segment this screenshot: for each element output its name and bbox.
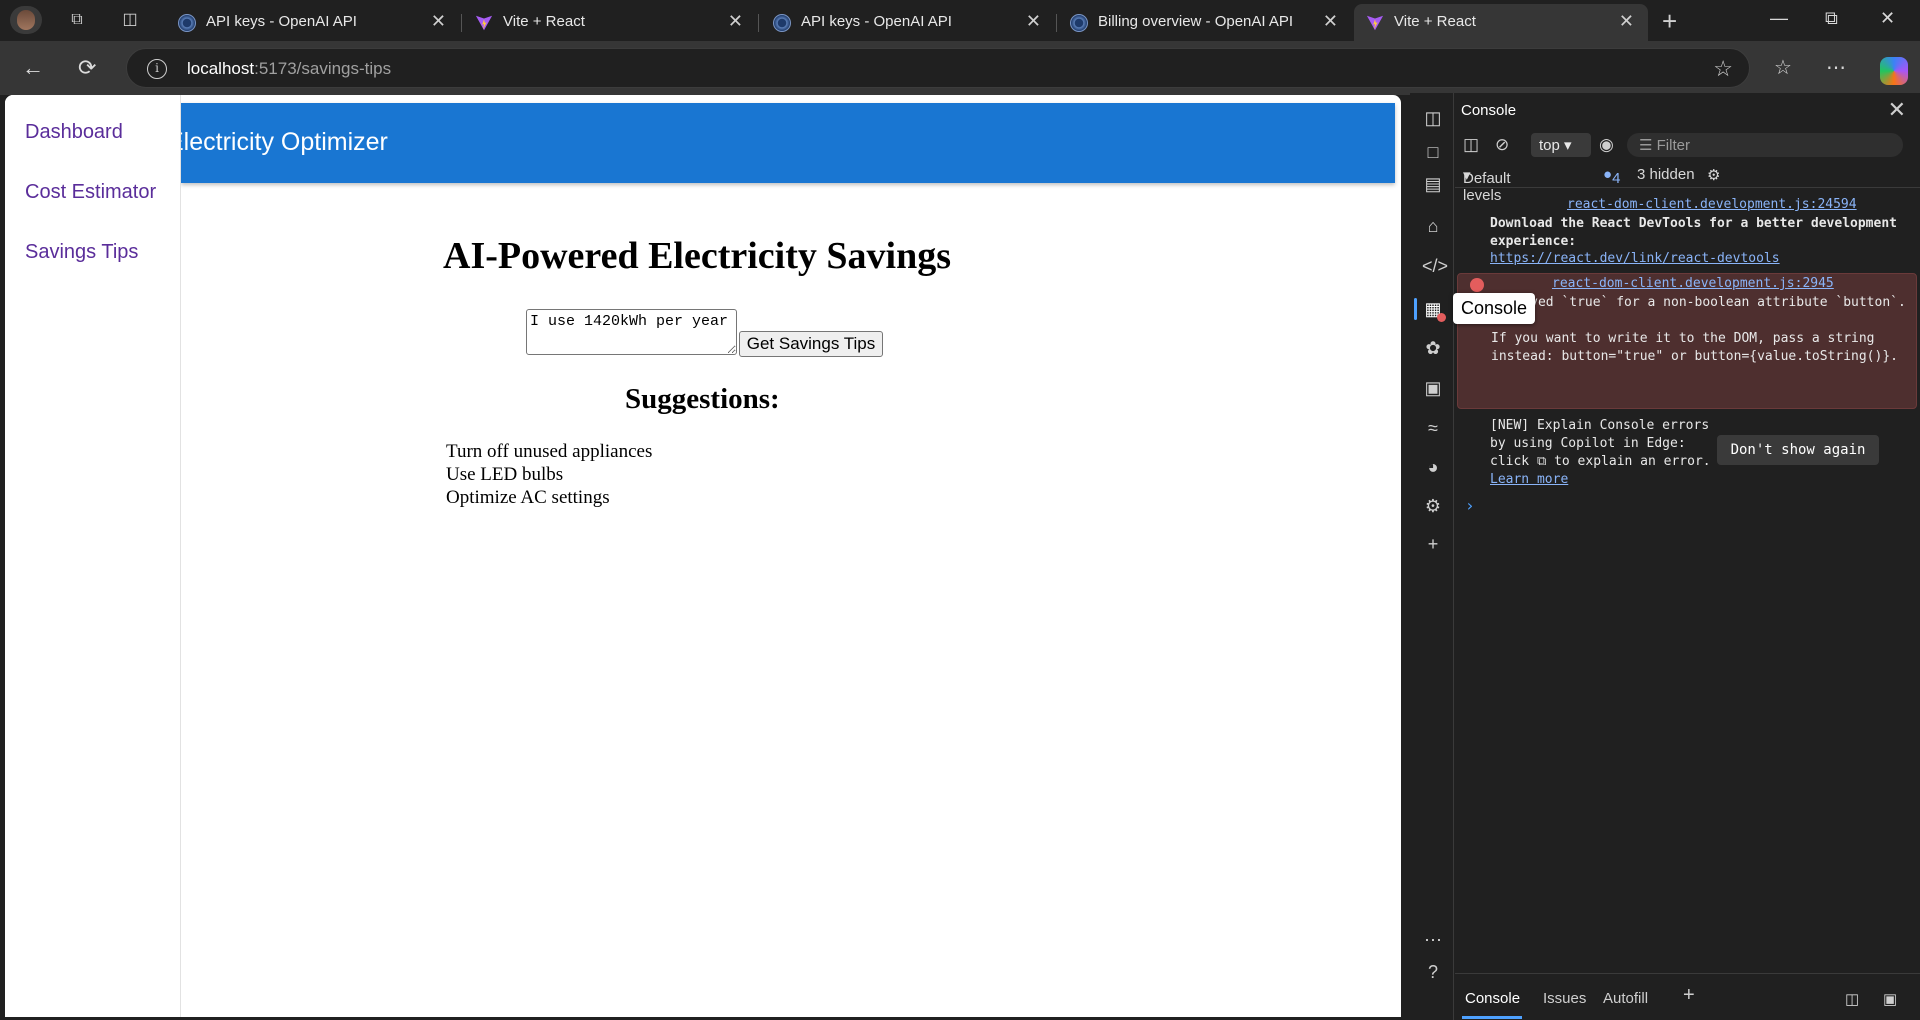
console-settings-icon[interactable]: ⚙ bbox=[1707, 166, 1720, 184]
error-badge bbox=[1437, 313, 1446, 322]
close-icon[interactable]: ✕ bbox=[1619, 11, 1634, 32]
address-toolbar: ← ⟳ i localhost:5173/savings-tips ☆ ☆ ⋯ bbox=[0, 41, 1920, 95]
page-title: AI-Powered Electricity Savings bbox=[443, 235, 951, 277]
dock-drawer-icon[interactable]: ◫ bbox=[1845, 990, 1859, 1008]
devtools-link[interactable]: https://react.dev/link/react-devtools bbox=[1490, 251, 1780, 266]
clear-console-icon[interactable]: ⊘ bbox=[1495, 135, 1509, 155]
error-icon bbox=[1470, 278, 1484, 292]
message-text: Download the React DevTools for a better… bbox=[1490, 216, 1897, 249]
profile-avatar[interactable] bbox=[10, 6, 42, 34]
levels-dropdown[interactable]: Default levels ▾ bbox=[1463, 166, 1511, 204]
devtools-pane: ◫ □ ▤ ⌂ </> ▦ ✿ ▣ ≈ ◕ ⚙ + ⋯ ? Console ✕ … bbox=[1410, 93, 1920, 1020]
new-tab-button[interactable]: + bbox=[1662, 6, 1677, 37]
more-icon[interactable]: ⋯ bbox=[1422, 929, 1444, 951]
openai-icon bbox=[773, 14, 791, 32]
console-message-info: react-dom-client.development.js:24594 Do… bbox=[1455, 195, 1920, 266]
performance-icon[interactable]: ◕ bbox=[1422, 456, 1444, 478]
url-text[interactable]: localhost:5173/savings-tips bbox=[187, 59, 391, 79]
close-devtools-icon[interactable]: ✕ bbox=[1888, 97, 1906, 123]
close-icon[interactable]: ✕ bbox=[728, 11, 743, 32]
suggestions-list: Turn off unused appliances Use LED bulbs… bbox=[446, 440, 652, 509]
copilot-tip: [NEW] Explain Console errors by using Co… bbox=[1490, 418, 1711, 487]
nav-savings-tips[interactable]: Savings Tips bbox=[25, 241, 138, 264]
restore-icon[interactable]: ⧉ bbox=[1825, 8, 1838, 29]
tab-vite-react-active[interactable]: Vite + React ✕ bbox=[1354, 4, 1648, 41]
console-tooltip: Console bbox=[1453, 293, 1536, 324]
help-icon[interactable]: ? bbox=[1422, 961, 1444, 983]
tab-console[interactable]: Console bbox=[1465, 990, 1520, 1007]
drawer-tabs: Console Issues Autofill + ◫ ▣ bbox=[1455, 973, 1920, 1020]
favorite-star-icon[interactable]: ☆ bbox=[1713, 56, 1733, 82]
minimize-icon[interactable]: — bbox=[1770, 8, 1788, 29]
source-link[interactable]: react-dom-client.development.js:2945 bbox=[1552, 276, 1834, 291]
sidebar-toggle-icon[interactable]: ◫ bbox=[1463, 135, 1479, 155]
site-info-icon[interactable]: i bbox=[147, 59, 167, 79]
hidden-count: 3 hidden bbox=[1637, 166, 1695, 183]
tab-issues[interactable]: Issues bbox=[1543, 990, 1586, 1007]
collapse-drawer-icon[interactable]: ▣ bbox=[1883, 990, 1897, 1008]
vite-icon bbox=[475, 15, 493, 31]
memory-icon[interactable]: ⚙ bbox=[1422, 495, 1444, 517]
openai-icon bbox=[1070, 14, 1088, 32]
elements-icon[interactable]: </> bbox=[1422, 255, 1448, 277]
list-item: Turn off unused appliances bbox=[446, 441, 653, 462]
tab-billing-overview[interactable]: Billing overview - OpenAI API ✕ bbox=[1058, 4, 1352, 41]
get-savings-tips-button[interactable]: Get Savings Tips bbox=[739, 331, 883, 357]
devtools-activity-bar: ◫ □ ▤ ⌂ </> ▦ ✿ ▣ ≈ ◕ ⚙ + ⋯ ? bbox=[1410, 93, 1454, 1020]
tab-api-keys-1[interactable]: API keys - OpenAI API ✕ bbox=[166, 4, 460, 41]
tab-autofill[interactable]: Autofill bbox=[1603, 990, 1648, 1007]
back-icon[interactable]: ← bbox=[22, 55, 44, 81]
debugger-icon[interactable]: ✿ bbox=[1422, 337, 1444, 359]
list-item: Optimize AC settings bbox=[446, 487, 610, 508]
list-item: Use LED bulbs bbox=[446, 464, 564, 485]
close-icon[interactable]: ✕ bbox=[1323, 11, 1338, 32]
console-toolbar: ◫ ⊘ top ▾ ◉ ☰ Filter bbox=[1455, 131, 1920, 159]
sidebar-nav: Dashboard Cost Estimator Savings Tips bbox=[5, 95, 181, 1017]
tab-api-keys-2[interactable]: API keys - OpenAI API ✕ bbox=[761, 4, 1055, 41]
console-prompt-chevron-icon[interactable]: › bbox=[1465, 496, 1475, 515]
console-panel: Console ✕ ◫ ⊘ top ▾ ◉ ☰ Filter Default l… bbox=[1455, 93, 1920, 1020]
address-bar[interactable]: i localhost:5173/savings-tips ☆ bbox=[126, 48, 1750, 88]
app-header: Electricity Optimizer bbox=[167, 103, 1395, 183]
context-selector[interactable]: top ▾ bbox=[1531, 133, 1591, 157]
panel-title: Console bbox=[1461, 102, 1517, 119]
device-emulation-icon[interactable]: □ bbox=[1422, 141, 1444, 163]
message-count[interactable]: ● 4 bbox=[1603, 166, 1620, 187]
window-close-icon[interactable]: ✕ bbox=[1880, 8, 1895, 29]
vite-icon bbox=[1366, 15, 1384, 31]
error-text: Received `true` for a non-boolean attrib… bbox=[1491, 295, 1906, 364]
source-link[interactable]: react-dom-client.development.js:24594 bbox=[1567, 197, 1857, 212]
refresh-icon[interactable]: ⟳ bbox=[78, 55, 96, 81]
openai-icon bbox=[178, 14, 196, 32]
inspect-icon[interactable]: ◫ bbox=[1422, 107, 1444, 129]
live-expression-eye-icon[interactable]: ◉ bbox=[1599, 135, 1614, 155]
close-icon[interactable]: ✕ bbox=[431, 11, 446, 32]
usage-input[interactable] bbox=[526, 309, 737, 355]
console-levels-row: Default levels ▾ ● 4 3 hidden ⚙ bbox=[1455, 162, 1920, 204]
browser-titlebar: ⧉ ◫ API keys - OpenAI API ✕ Vite + React… bbox=[0, 0, 1920, 41]
nav-dashboard[interactable]: Dashboard bbox=[25, 121, 123, 144]
vertical-tabs-icon[interactable]: ◫ bbox=[120, 10, 140, 30]
workspaces-icon[interactable]: ⧉ bbox=[67, 10, 87, 30]
more-options-icon[interactable]: ⋯ bbox=[1826, 55, 1846, 80]
learn-more-link[interactable]: Learn more bbox=[1490, 472, 1568, 487]
nav-cost-estimator[interactable]: Cost Estimator bbox=[25, 181, 156, 204]
copilot-icon[interactable] bbox=[1880, 57, 1908, 85]
favorites-icon[interactable]: ☆ bbox=[1774, 55, 1792, 80]
tab-vite-react-1[interactable]: Vite + React ✕ bbox=[463, 4, 757, 41]
suggestions-heading: Suggestions: bbox=[625, 383, 780, 415]
network-icon[interactable]: ≈ bbox=[1422, 417, 1444, 439]
dock-icon[interactable]: ▤ bbox=[1422, 173, 1444, 195]
filter-input[interactable]: ☰ Filter bbox=[1627, 133, 1903, 157]
close-icon[interactable]: ✕ bbox=[1026, 11, 1041, 32]
application-icon[interactable]: ▣ bbox=[1422, 377, 1444, 399]
app-title: Electricity Optimizer bbox=[167, 128, 388, 156]
add-tab-plus-icon[interactable]: + bbox=[1683, 984, 1695, 1007]
dont-show-again-button[interactable]: Don't show again bbox=[1717, 435, 1879, 465]
welcome-home-icon[interactable]: ⌂ bbox=[1422, 215, 1444, 237]
page-viewport: Electricity Optimizer Dashboard Cost Est… bbox=[5, 95, 1401, 1017]
more-tools-plus-icon[interactable]: + bbox=[1422, 533, 1444, 555]
